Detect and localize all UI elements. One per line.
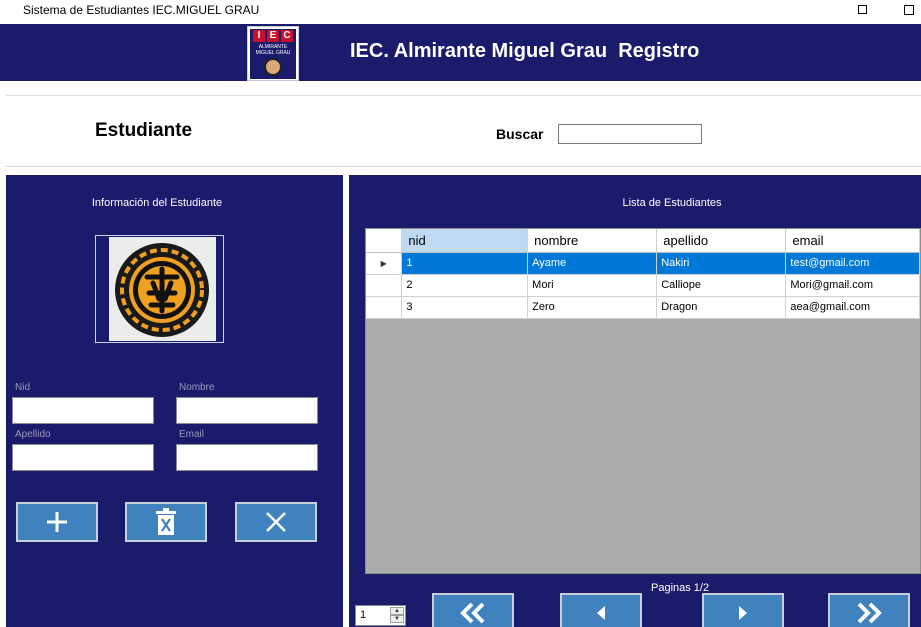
logo-line: MIGUEL GRAU xyxy=(255,50,291,56)
row-header-corner xyxy=(366,229,403,253)
maximize-icon xyxy=(904,5,914,15)
search-input[interactable] xyxy=(558,124,702,144)
add-student-button[interactable] xyxy=(16,502,98,542)
email-label: Email xyxy=(179,429,205,440)
plus-icon xyxy=(47,512,67,532)
logo-letter: C xyxy=(281,30,293,42)
apellido-field[interactable] xyxy=(12,444,154,471)
app-title: IEC. Almirante Miguel Grau Registro xyxy=(350,40,700,62)
cell-apellido[interactable]: Calliope xyxy=(656,274,787,297)
student-list-title: Lista de Estudiantes xyxy=(622,197,722,209)
spinner-down-icon[interactable]: ▼ xyxy=(390,615,404,623)
previous-page-icon xyxy=(597,606,605,620)
page-number-spinner[interactable]: 1 ▲ ▼ xyxy=(355,605,406,626)
search-strip: Estudiante Buscar xyxy=(6,95,921,167)
column-header-nid[interactable]: nid xyxy=(401,229,529,253)
table-row[interactable]: 3 Zero Dragon aea@gmail.com xyxy=(366,296,920,319)
maximize-button[interactable] xyxy=(901,2,915,16)
nombre-field[interactable] xyxy=(176,397,318,424)
logo-letter: I xyxy=(253,30,265,42)
students-grid[interactable]: nid nombre apellido email ▶ 1 Ayame Naki… xyxy=(365,228,921,574)
logo-letter: E xyxy=(267,30,279,42)
previous-page-button[interactable] xyxy=(560,593,642,627)
spinner-up-icon[interactable]: ▲ xyxy=(390,607,404,615)
trash-icon xyxy=(156,508,176,535)
search-label: Buscar xyxy=(496,126,544,142)
pagination-label: Paginas 1/2 xyxy=(651,582,710,594)
student-info-panel: Información del Estudiante Nid Nombre Ap… xyxy=(6,172,343,627)
cell-apellido[interactable]: Dragon xyxy=(656,296,787,319)
cell-nombre[interactable]: Ayame xyxy=(527,252,658,275)
cell-email[interactable]: aea@gmail.com xyxy=(785,296,920,319)
row-header[interactable] xyxy=(366,274,403,297)
app-header: I E C ALMIRANTE MIGUEL GRAU IEC. Almiran… xyxy=(0,24,921,81)
cell-nid[interactable]: 1 xyxy=(401,252,529,275)
table-header-row: nid nombre apellido email xyxy=(366,229,920,253)
cell-email[interactable]: Mori@gmail.com xyxy=(785,274,920,297)
window-title: Sistema de Estudiantes IEC.MIGUEL GRAU xyxy=(23,3,260,17)
nid-field[interactable] xyxy=(12,397,154,424)
apellido-label: Apellido xyxy=(15,429,51,440)
school-logo: I E C ALMIRANTE MIGUEL GRAU xyxy=(247,26,299,81)
delete-student-button[interactable] xyxy=(125,502,207,542)
minimize-button[interactable] xyxy=(855,2,869,16)
close-icon xyxy=(266,512,286,532)
next-page-icon xyxy=(739,606,747,620)
cell-apellido[interactable]: Nakiri xyxy=(656,252,787,275)
logo-portrait xyxy=(264,58,282,76)
window-title-bar: Sistema de Estudiantes IEC.MIGUEL GRAU xyxy=(0,0,921,22)
cell-nombre[interactable]: Zero xyxy=(527,296,658,319)
cell-nid[interactable]: 2 xyxy=(401,274,529,297)
minimize-icon xyxy=(858,5,867,14)
section-heading: Estudiante xyxy=(95,120,193,141)
table-row[interactable]: 2 Mori Calliope Mori@gmail.com xyxy=(366,274,920,297)
last-page-icon xyxy=(857,602,882,624)
table-row[interactable]: ▶ 1 Ayame Nakiri test@gmail.com xyxy=(366,252,920,275)
student-list-panel: Lista de Estudiantes nid nombre apellido… xyxy=(349,172,921,627)
cell-nid[interactable]: 3 xyxy=(401,296,529,319)
students-table: nid nombre apellido email ▶ 1 Ayame Naki… xyxy=(366,229,920,319)
cell-email[interactable]: test@gmail.com xyxy=(785,252,920,275)
last-page-button[interactable] xyxy=(828,593,910,627)
column-header-nombre[interactable]: nombre xyxy=(527,229,658,253)
column-header-email[interactable]: email xyxy=(785,229,920,253)
next-page-button[interactable] xyxy=(702,593,784,627)
column-header-apellido[interactable]: apellido xyxy=(656,229,787,253)
first-page-button[interactable] xyxy=(432,593,514,627)
first-page-icon xyxy=(460,602,485,624)
nid-label: Nid xyxy=(15,382,31,393)
student-info-title: Información del Estudiante xyxy=(91,197,223,209)
row-selector-icon[interactable]: ▶ xyxy=(366,252,403,275)
page-number-value: 1 xyxy=(360,609,367,621)
row-header[interactable] xyxy=(366,296,403,319)
emblem-icon xyxy=(115,243,209,337)
student-photo[interactable] xyxy=(109,237,216,341)
nombre-label: Nombre xyxy=(179,382,215,393)
cancel-button[interactable] xyxy=(235,502,317,542)
email-field[interactable] xyxy=(176,444,318,471)
cell-nombre[interactable]: Mori xyxy=(527,274,658,297)
